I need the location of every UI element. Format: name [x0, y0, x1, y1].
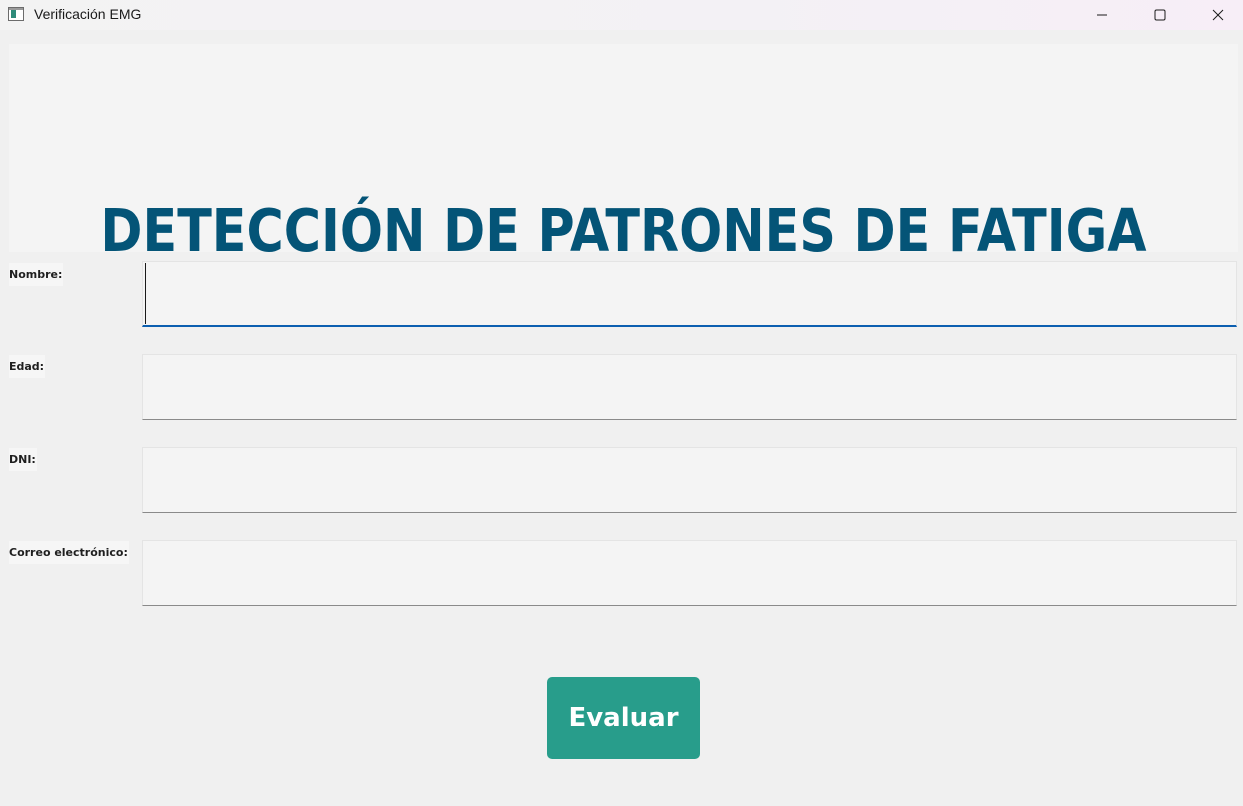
maximize-button[interactable]: [1137, 0, 1183, 30]
title-bar[interactable]: Verificación EMG: [0, 0, 1243, 30]
age-label: Edad:: [9, 355, 46, 378]
dni-input[interactable]: [142, 447, 1237, 513]
window-title: Verificación EMG: [34, 6, 142, 22]
app-window-icon: [8, 7, 24, 21]
evaluate-button[interactable]: Evaluar: [547, 677, 700, 759]
app-window: Verificación EMG DETECCIÓN DE PATRONES D…: [0, 0, 1243, 806]
name-input[interactable]: [142, 261, 1237, 327]
name-label: Nombre:: [9, 263, 64, 286]
email-label: Correo electrónico:: [9, 541, 129, 564]
dni-label: DNI:: [9, 448, 37, 471]
age-input[interactable]: [142, 354, 1237, 420]
header-banner: DETECCIÓN DE PATRONES DE FATIGA: [9, 44, 1238, 260]
minimize-button[interactable]: [1079, 0, 1125, 30]
maximize-icon: [1154, 9, 1166, 21]
email-input[interactable]: [142, 540, 1237, 606]
minimize-icon: [1097, 14, 1107, 16]
close-icon: [1212, 9, 1224, 21]
close-button[interactable]: [1195, 0, 1241, 30]
page-title: DETECCIÓN DE PATRONES DE FATIGA: [100, 196, 1147, 265]
text-caret: [145, 263, 146, 324]
